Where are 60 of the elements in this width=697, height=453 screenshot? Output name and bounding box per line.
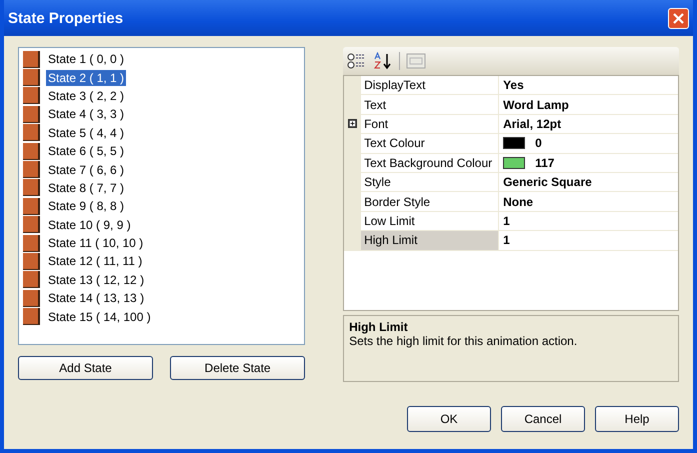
state-icon [23,106,40,123]
state-item[interactable]: State 14 ( 13, 13 ) [46,290,146,306]
description-title: High Limit [349,320,409,334]
state-item[interactable]: State 8 ( 7, 7 ) [46,180,126,196]
state-item[interactable]: State 11 ( 10, 10 ) [46,235,146,252]
property-value[interactable]: 0 [535,136,542,150]
close-button[interactable] [668,8,689,28]
state-item[interactable]: State 10 ( 9, 9 ) [46,216,133,233]
state-item[interactable]: State 12 ( 11, 11 ) [46,253,144,270]
property-name[interactable]: Font [361,114,500,134]
property-name[interactable]: Text Background Colour [361,154,500,172]
state-action-button[interactable]: Add State [18,356,153,380]
property-value[interactable]: 1 [503,214,510,228]
state-icon [23,161,40,178]
state-icon [23,252,40,270]
property-name[interactable]: Text [361,95,500,114]
dialog-button[interactable]: OK [407,406,491,432]
state-item[interactable]: State 2 ( 1, 1 ) [46,70,126,86]
property-name[interactable]: DisplayText [361,76,500,94]
property-name[interactable]: Style [361,172,500,192]
state-item[interactable]: State 9 ( 8, 8 ) [46,198,126,214]
state-icon [23,216,40,234]
window-title: State Properties [8,10,124,26]
expand-icon[interactable] [348,119,358,128]
state-action-button[interactable]: Delete State [170,356,306,380]
property-name[interactable]: Border Style [361,192,500,211]
state-item[interactable]: State 3 ( 2, 2 ) [46,88,126,104]
property-value[interactable]: Arial, 12pt [503,116,562,131]
state-icon [23,179,40,196]
property-value[interactable]: 1 [503,233,510,248]
state-icon [23,271,40,288]
state-item[interactable]: State 6 ( 5, 5 ) [46,143,126,160]
state-icon [23,142,40,160]
description-text: Sets the high limit for this animation action. [349,334,578,348]
sort-alphabetical-icon[interactable] [373,52,394,70]
state-icon [23,69,40,86]
property-value[interactable]: None [503,194,534,209]
state-item[interactable]: State 13 ( 12, 12 ) [46,272,146,288]
close-icon [672,12,685,24]
dialog-button[interactable]: Cancel [501,406,585,432]
state-icon [23,87,40,104]
state-icon [23,290,40,307]
property-name[interactable]: Text Colour [361,134,500,153]
state-item[interactable]: State 7 ( 6, 6 ) [46,162,126,178]
state-icon [23,198,40,215]
state-icon [23,124,40,142]
state-item[interactable]: State 1 ( 0, 0 ) [46,51,126,68]
state-icon [23,50,40,68]
state-icon [23,234,40,252]
property-name[interactable]: Low Limit [361,212,500,230]
property-value[interactable]: 117 [535,156,554,170]
dialog-button[interactable]: Help [595,406,679,432]
state-item[interactable]: State 4 ( 3, 3 ) [46,106,126,122]
state-item[interactable]: State 15 ( 14, 100 ) [46,308,153,325]
property-value[interactable]: Word Lamp [503,98,569,112]
state-item[interactable]: State 5 ( 4, 4 ) [46,124,126,141]
state-icon [23,308,40,326]
property-value[interactable]: Generic Square [503,175,592,190]
property-value[interactable]: Yes [503,78,524,92]
property-name[interactable]: High Limit [361,231,500,250]
